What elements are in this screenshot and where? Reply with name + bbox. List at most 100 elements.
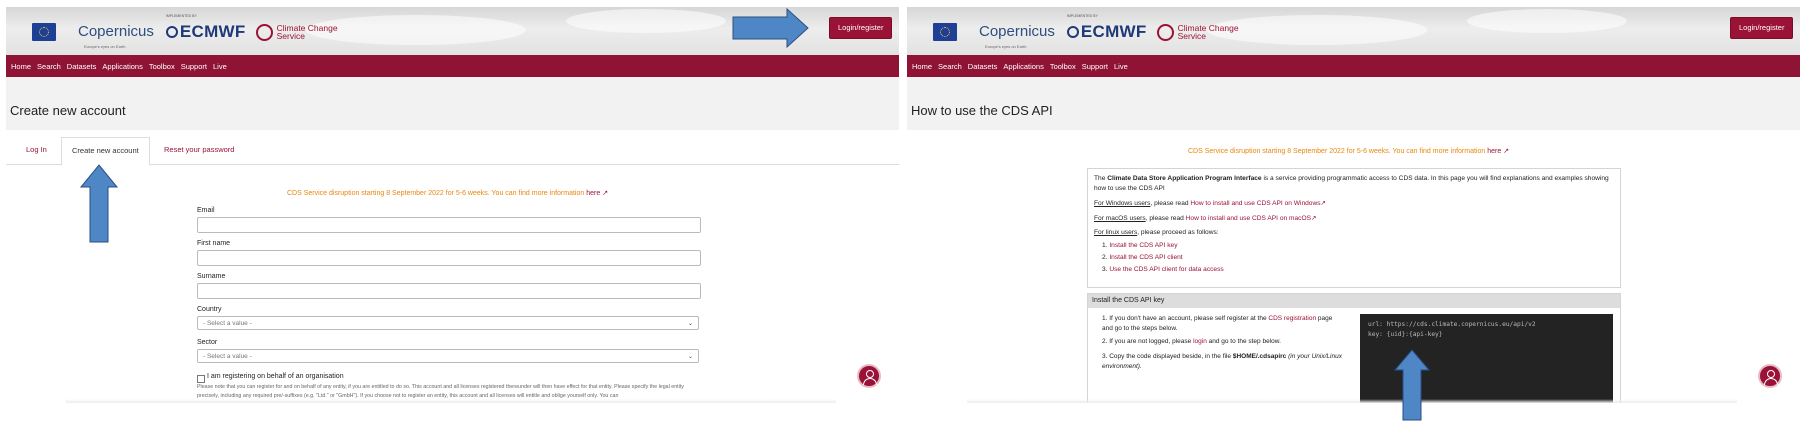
macos-guide-link[interactable]: How to install and use CDS API on macOS	[1186, 215, 1311, 222]
nav-item-toolbox[interactable]: Toolbox	[1050, 62, 1076, 71]
support-chat-button[interactable]	[1758, 364, 1782, 388]
macos-text: , please read	[1145, 215, 1184, 222]
sector-select-value: - Select a value -	[203, 353, 252, 360]
nav-item-applications[interactable]: Applications	[102, 62, 142, 71]
step-link-install-client[interactable]: 2. Install the CDS API client	[1102, 254, 1183, 261]
c3s-line2: Service	[1177, 31, 1206, 41]
main-nav: Home Search Datasets Applications Toolbo…	[6, 55, 899, 77]
eu-flag-icon	[933, 23, 957, 41]
nav-item-live[interactable]: Live	[1114, 62, 1128, 71]
eu-flag-icon	[32, 23, 56, 41]
macos-label: For macOS users	[1094, 215, 1146, 222]
country-select-value: - Select a value -	[203, 320, 252, 327]
implemented-by-text: IMPLEMENTED BY	[1066, 14, 1098, 18]
scroll-fade	[66, 399, 836, 403]
nav-item-support[interactable]: Support	[1082, 62, 1108, 71]
account-tabs: Log In Create new account Reset your pas…	[6, 137, 899, 166]
external-link-icon: ↗	[1320, 200, 1327, 207]
macos-instructions: For macOS users, please read How to inst…	[1094, 214, 1317, 222]
service-notice-text: CDS Service disruption starting 8 Septem…	[1188, 148, 1486, 155]
title-band: How to use the CDS API	[907, 77, 1800, 130]
header-cloud	[1467, 9, 1627, 33]
api-intro-text: The Climate Data Store Application Progr…	[1094, 174, 1612, 194]
login-link[interactable]: login	[1193, 338, 1207, 345]
main-nav: Home Search Datasets Applications Toolbo…	[907, 55, 1800, 77]
nav-item-datasets[interactable]: Datasets	[968, 62, 998, 71]
email-label: Email	[197, 207, 215, 214]
key-step-2-post: and go to the step below.	[1208, 338, 1281, 345]
key-step-1-pre: If you don't have an account, please sel…	[1109, 315, 1267, 322]
login-register-button[interactable]: Login/register	[1730, 17, 1794, 39]
key-step-1: 1. If you don't have an account, please …	[1102, 315, 1333, 332]
tab-log-in[interactable]: Log In	[16, 137, 57, 164]
ecmwf-logo[interactable]: IMPLEMENTED BY ECMWF	[1066, 14, 1147, 42]
surname-input[interactable]	[197, 283, 701, 299]
copernicus-logo[interactable]: Copernicus Europe's eyes on Earth	[979, 23, 1055, 49]
login-register-button[interactable]: Login/register	[829, 17, 893, 39]
nav-item-home[interactable]: Home	[912, 62, 932, 71]
ecmwf-icon	[1066, 26, 1079, 38]
ecmwf-icon	[165, 26, 178, 38]
c3s-icon	[255, 23, 273, 41]
key-step-3-pre: Copy the code displayed beside, in the f…	[1109, 353, 1232, 360]
nav-item-datasets[interactable]: Datasets	[67, 62, 97, 71]
section-title: Install the CDS API key	[1088, 294, 1620, 308]
c3s-logo[interactable]: Climate Change Service	[1156, 23, 1239, 41]
chevron-down-icon: ⌄	[687, 354, 693, 360]
sector-label: Sector	[197, 339, 218, 346]
nav-item-live[interactable]: Live	[213, 62, 227, 71]
nav-item-search[interactable]: Search	[37, 62, 61, 71]
external-link-icon: ↗	[602, 190, 609, 197]
nav-item-search[interactable]: Search	[938, 62, 962, 71]
site-header: Copernicus Europe's eyes on Earth IMPLEM…	[907, 7, 1800, 55]
step-3-text: Use the CDS API client for data access	[1109, 266, 1224, 273]
key-step-2-pre: If you are not logged, please	[1109, 338, 1192, 345]
nav-item-home[interactable]: Home	[11, 62, 31, 71]
support-chat-button[interactable]	[857, 364, 881, 388]
ecmwf-logo[interactable]: IMPLEMENTED BY ECMWF	[165, 14, 246, 42]
c3s-logo[interactable]: Climate Change Service	[255, 23, 338, 41]
copernicus-logo[interactable]: Copernicus Europe's eyes on Earth	[78, 23, 154, 49]
copernicus-logo-text: Copernicus	[979, 23, 1055, 40]
service-notice: CDS Service disruption starting 8 Septem…	[287, 189, 608, 197]
organisation-note: Please note that you can register for an…	[197, 384, 684, 399]
nav-item-support[interactable]: Support	[181, 62, 207, 71]
notice-here-link[interactable]: here	[1487, 148, 1501, 155]
copernicus-tagline: Europe's eyes on Earth	[84, 44, 126, 49]
header-cloud	[1207, 15, 1427, 45]
country-label: Country	[197, 306, 222, 313]
step-link-data-access[interactable]: 3. Use the CDS API client for data acces…	[1102, 266, 1224, 273]
nav-item-applications[interactable]: Applications	[1003, 62, 1043, 71]
key-step-2: 2. If you are not logged, please login a…	[1102, 338, 1281, 345]
notice-here-link[interactable]: here	[586, 190, 600, 197]
cdsapirc-file: $HOME/.cdsapirc	[1232, 353, 1287, 360]
page-title: How to use the CDS API	[911, 103, 1053, 118]
service-notice-text: CDS Service disruption starting 8 Septem…	[287, 190, 585, 197]
header-cloud	[306, 15, 526, 45]
sector-select[interactable]: - Select a value - ⌄	[197, 349, 699, 363]
step-1-text: Install the CDS API key	[1109, 242, 1178, 249]
first-name-input[interactable]	[197, 250, 701, 266]
cds-registration-link[interactable]: CDS registration	[1268, 315, 1316, 322]
step-2-text: Install the CDS API client	[1109, 254, 1183, 261]
windows-guide-link[interactable]: How to install and use CDS API on Window…	[1190, 200, 1320, 207]
organisation-checkbox[interactable]	[197, 375, 205, 383]
c3s-line2: Service	[276, 31, 305, 41]
api-key-code-block[interactable]: url: https://cds.climate.copernicus.eu/a…	[1360, 314, 1613, 403]
chevron-down-icon: ⌄	[687, 321, 693, 327]
c3s-icon	[1156, 23, 1174, 41]
site-header: Copernicus Europe's eyes on Earth IMPLEM…	[6, 7, 899, 55]
nav-item-toolbox[interactable]: Toolbox	[149, 62, 175, 71]
copernicus-logo-text: Copernicus	[78, 23, 154, 40]
email-input[interactable]	[197, 217, 701, 233]
screenshot-create-account: Copernicus Europe's eyes on Earth IMPLEM…	[6, 7, 899, 403]
linux-text: , please proceed as follows:	[1137, 229, 1219, 236]
tab-create-account[interactable]: Create new account	[61, 137, 150, 166]
linux-instructions: For linux users, please proceed as follo…	[1094, 229, 1219, 236]
step-link-install-key[interactable]: 1. Install the CDS API key	[1102, 242, 1178, 249]
install-key-section: Install the CDS API key 1. If you don't …	[1087, 293, 1621, 403]
tab-reset-password[interactable]: Reset your password	[154, 137, 244, 164]
implemented-by-text: IMPLEMENTED BY	[165, 14, 197, 18]
windows-instructions: For Windows users, please read How to in…	[1094, 199, 1326, 207]
country-select[interactable]: - Select a value - ⌄	[197, 316, 699, 330]
